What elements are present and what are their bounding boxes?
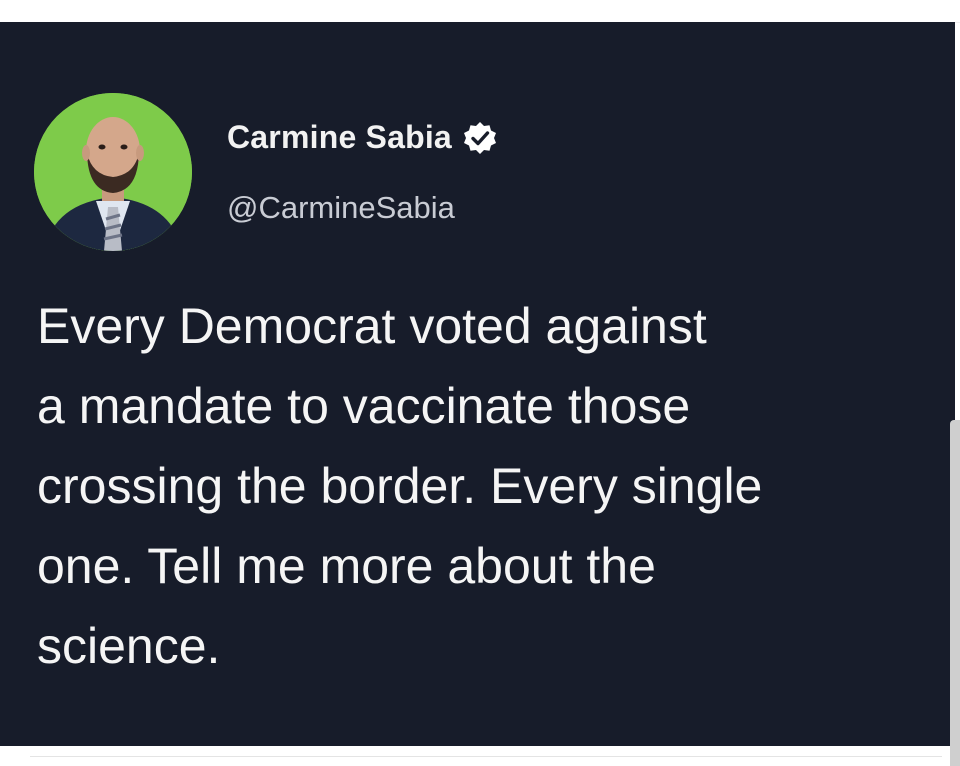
author-name-row[interactable]: Carmine Sabia xyxy=(227,119,498,156)
author-display-name[interactable]: Carmine Sabia xyxy=(227,119,452,156)
screenshot-frame: Carmine Sabia @CarmineSabia Every Democr… xyxy=(0,0,960,766)
profile-photo-icon xyxy=(34,93,192,251)
author-handle[interactable]: @CarmineSabia xyxy=(227,190,455,226)
scrollbar[interactable] xyxy=(950,420,960,766)
divider xyxy=(30,756,942,757)
top-margin xyxy=(0,0,960,23)
tweet-text: Every Democrat voted against a mandate t… xyxy=(37,298,763,674)
avatar[interactable] xyxy=(34,93,192,251)
bottom-margin xyxy=(0,746,960,766)
tweet-card[interactable]: Carmine Sabia @CarmineSabia Every Democr… xyxy=(0,22,955,746)
verified-badge-icon xyxy=(462,120,498,156)
